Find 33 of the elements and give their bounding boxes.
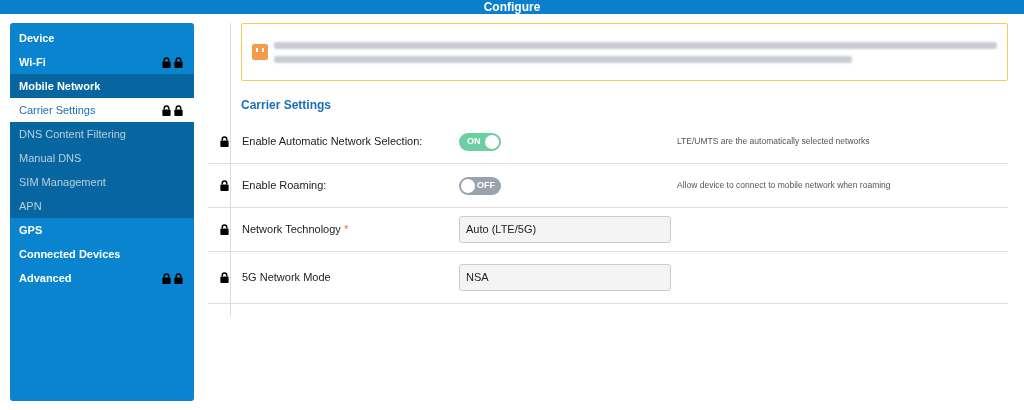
- hint-text: LTE/UMTS are the automatically selected networks: [677, 135, 871, 148]
- select-field[interactable]: NSA: [459, 264, 671, 291]
- sidebar-item[interactable]: Carrier Settings: [10, 98, 194, 122]
- setting-label: Network Technology *: [241, 222, 350, 238]
- sidebar-item[interactable]: SIM Management: [10, 170, 194, 194]
- select-field[interactable]: Auto (LTE/5G): [459, 216, 671, 243]
- sidebar-item[interactable]: GPS: [10, 218, 194, 242]
- lock-icon: [219, 136, 230, 147]
- sidebar-item[interactable]: Device: [10, 26, 194, 50]
- setting-label: Enable Automatic Network Selection:: [241, 134, 424, 150]
- sidebar-item[interactable]: APN: [10, 194, 194, 218]
- section-title: Carrier Settings: [241, 97, 333, 114]
- lock-icon: [219, 224, 230, 235]
- toggle-switch[interactable]: OFF: [459, 176, 501, 195]
- lock-icon: [219, 272, 230, 283]
- lock-icon: [219, 180, 230, 191]
- sidebar-item[interactable]: Connected Devices: [10, 242, 194, 266]
- sidebar-item[interactable]: Manual DNS: [10, 146, 194, 170]
- setting-label: 5G Network Mode: [241, 270, 332, 286]
- lock-icon: [173, 272, 184, 284]
- lock-icon: [161, 104, 172, 116]
- setting-label: Enable Roaming:: [241, 178, 328, 194]
- lock-icon: [161, 272, 172, 284]
- lock-icon: [161, 56, 172, 68]
- warning-icon: [252, 44, 268, 60]
- sidebar-item[interactable]: Wi-Fi: [10, 50, 194, 74]
- header-title: Configure: [483, 0, 541, 14]
- lock-icon: [173, 56, 184, 68]
- sidebar-item[interactable]: Mobile Network: [10, 74, 194, 98]
- sidebar-item[interactable]: DNS Content Filtering: [10, 122, 194, 146]
- hint-text: Allow device to connect to mobile network when roaming: [677, 179, 892, 192]
- lock-icon: [173, 104, 184, 116]
- sidebar-item[interactable]: Advanced: [10, 266, 194, 290]
